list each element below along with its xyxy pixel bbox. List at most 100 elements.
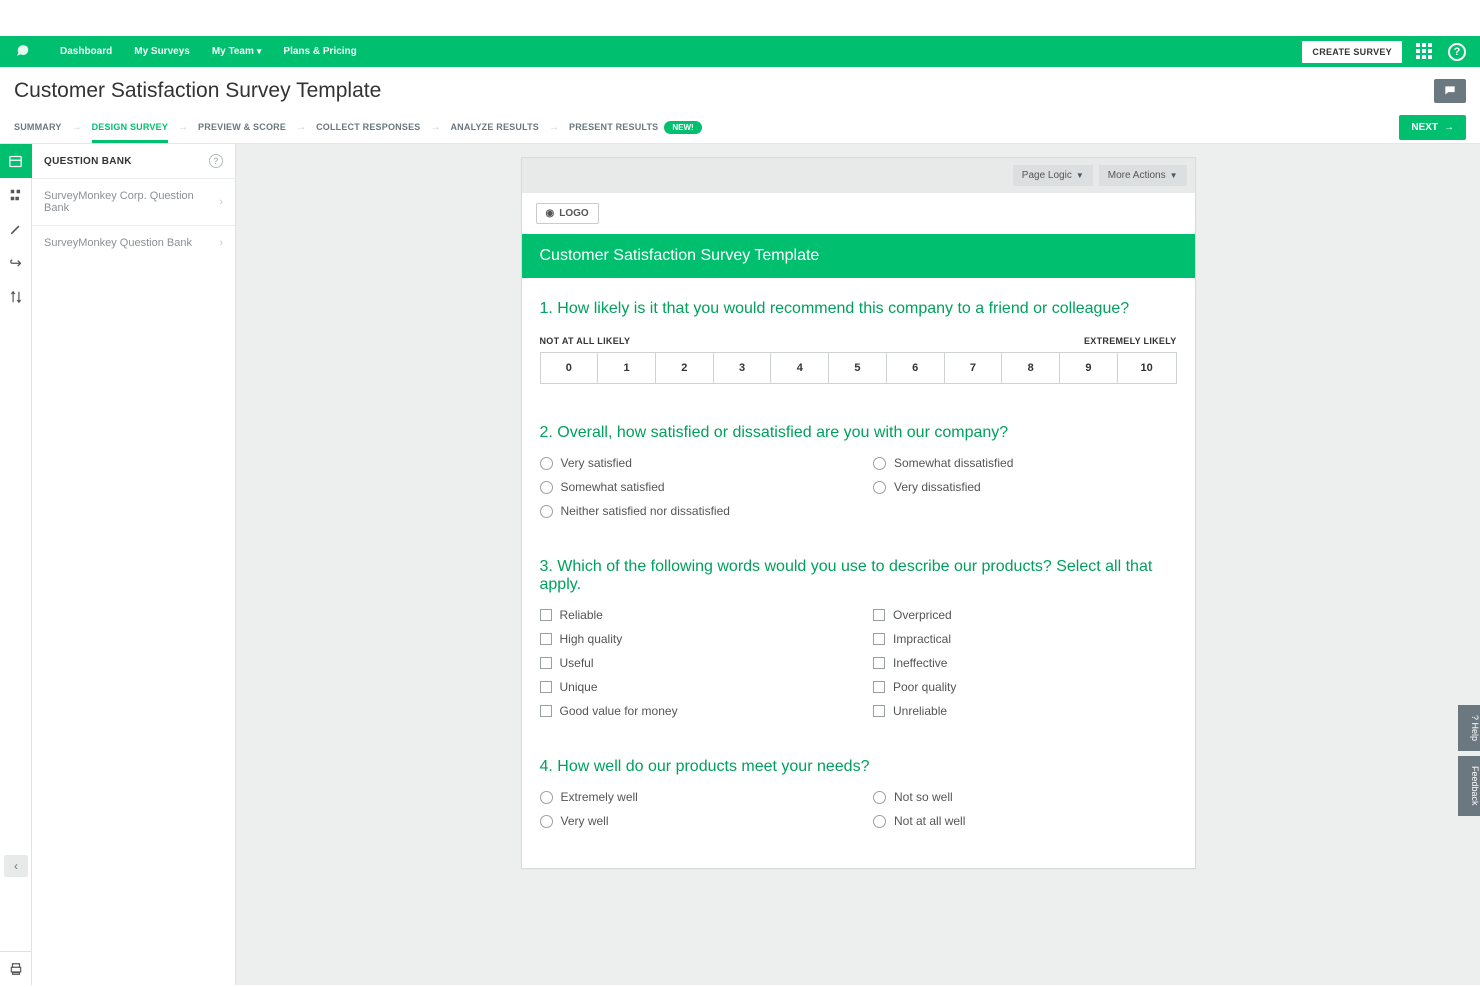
rail-logic-icon[interactable]: ↪ bbox=[0, 246, 32, 280]
radio-option[interactable]: Somewhat satisfied bbox=[540, 480, 844, 494]
nps-cell[interactable]: 9 bbox=[1060, 353, 1118, 383]
nav-my-team[interactable]: My Team▾ bbox=[212, 46, 262, 57]
arrow-icon: → bbox=[296, 122, 306, 133]
radio-option[interactable]: Very dissatisfied bbox=[873, 480, 1177, 494]
radio-option[interactable]: Somewhat dissatisfied bbox=[873, 456, 1177, 470]
page-title-row: Customer Satisfaction Survey Template bbox=[0, 67, 1480, 111]
rail-options-icon[interactable] bbox=[0, 280, 32, 314]
radio-icon bbox=[873, 815, 886, 828]
add-logo-button[interactable]: ◉ LOGO bbox=[536, 203, 599, 224]
nps-cell[interactable]: 2 bbox=[656, 353, 714, 383]
question-text: How likely is it that you would recommen… bbox=[557, 300, 1129, 317]
page-logic-button[interactable]: Page Logic▼ bbox=[1013, 165, 1093, 186]
radio-option[interactable]: Very satisfied bbox=[540, 456, 844, 470]
checkbox-option[interactable]: Poor quality bbox=[873, 680, 1177, 694]
question-text: Which of the following words would you u… bbox=[540, 558, 1153, 593]
panel-heading: QUESTION BANK bbox=[44, 156, 132, 167]
page-title: Customer Satisfaction Survey Template bbox=[14, 79, 381, 103]
question-text: How well do our products meet your needs… bbox=[557, 758, 869, 775]
survey-canvas: Page Logic▼ More Actions▼ ◉ LOGO Custome… bbox=[236, 144, 1480, 985]
question-1: 1. How likely is it that you would recom… bbox=[540, 300, 1177, 384]
survey-title-bar[interactable]: Customer Satisfaction Survey Template bbox=[522, 234, 1195, 278]
nps-cell[interactable]: 1 bbox=[598, 353, 656, 383]
checkbox-option[interactable]: Reliable bbox=[540, 608, 844, 622]
checkbox-option[interactable]: Unique bbox=[540, 680, 844, 694]
question-number: 1. bbox=[540, 300, 553, 317]
checkbox-option[interactable]: Impractical bbox=[873, 632, 1177, 646]
radio-icon bbox=[873, 791, 886, 804]
workspace: ↪ QUESTION BANK ? SurveyMonkey Corp. Que… bbox=[0, 144, 1480, 985]
step-summary[interactable]: SUMMARY bbox=[14, 112, 62, 142]
arrow-right-icon: → bbox=[1444, 122, 1454, 133]
apps-grid-icon[interactable] bbox=[1416, 43, 1434, 61]
workflow-steps: SUMMARY → DESIGN SURVEY → PREVIEW & SCOR… bbox=[0, 111, 1480, 144]
nps-cell[interactable]: 0 bbox=[541, 353, 599, 383]
nps-cell[interactable]: 8 bbox=[1002, 353, 1060, 383]
comments-button[interactable] bbox=[1434, 79, 1466, 103]
nps-cell[interactable]: 6 bbox=[887, 353, 945, 383]
question-4: 4. How well do our products meet your ne… bbox=[540, 758, 1177, 828]
question-number: 2. bbox=[540, 424, 553, 441]
step-design-survey[interactable]: DESIGN SURVEY bbox=[92, 112, 168, 143]
step-analyze-results[interactable]: ANALYZE RESULTS bbox=[450, 112, 539, 142]
nps-scale: 0 1 2 3 4 5 6 7 8 9 10 bbox=[540, 352, 1177, 384]
checkbox-option[interactable]: Overpriced bbox=[873, 608, 1177, 622]
rail-appearance-icon[interactable] bbox=[0, 212, 32, 246]
nps-cell[interactable]: 3 bbox=[714, 353, 772, 383]
nps-cell[interactable]: 10 bbox=[1118, 353, 1176, 383]
top-navbar: Dashboard My Surveys My Team▾ Plans & Pr… bbox=[0, 36, 1480, 67]
checkbox-icon bbox=[540, 705, 552, 717]
nps-cell[interactable]: 4 bbox=[771, 353, 829, 383]
radio-option[interactable]: Neither satisfied nor dissatisfied bbox=[540, 504, 844, 518]
rail-builder-icon[interactable] bbox=[0, 178, 32, 212]
checkbox-option[interactable]: Good value for money bbox=[540, 704, 844, 718]
bank-item-label: SurveyMonkey Question Bank bbox=[44, 237, 192, 249]
nav-plans-pricing[interactable]: Plans & Pricing bbox=[283, 46, 356, 57]
feedback-tab[interactable]: Feedback bbox=[1458, 756, 1480, 816]
page-toolbar: Page Logic▼ More Actions▼ bbox=[522, 158, 1195, 193]
question-number: 4. bbox=[540, 758, 553, 775]
radio-option[interactable]: Not so well bbox=[873, 790, 1177, 804]
help-tab[interactable]: ? Help bbox=[1458, 705, 1480, 751]
checkbox-option[interactable]: High quality bbox=[540, 632, 844, 646]
rail-question-bank-icon[interactable] bbox=[0, 144, 32, 178]
question-text: Overall, how satisfied or dissatisfied a… bbox=[557, 424, 1008, 441]
checkbox-option[interactable]: Unreliable bbox=[873, 704, 1177, 718]
radio-icon bbox=[873, 481, 886, 494]
nps-cell[interactable]: 7 bbox=[945, 353, 1003, 383]
collapse-sidebar-button[interactable]: ‹ bbox=[4, 855, 28, 877]
nav-dashboard[interactable]: Dashboard bbox=[60, 46, 112, 57]
radio-option[interactable]: Not at all well bbox=[873, 814, 1177, 828]
chevron-down-icon: ▼ bbox=[1076, 171, 1084, 180]
arrow-icon: → bbox=[72, 122, 82, 133]
checkbox-option[interactable]: Ineffective bbox=[873, 656, 1177, 670]
help-icon[interactable]: ? bbox=[1448, 43, 1466, 61]
more-actions-button[interactable]: More Actions▼ bbox=[1099, 165, 1187, 186]
radio-icon bbox=[540, 815, 553, 828]
checkbox-icon bbox=[873, 657, 885, 669]
brand-logo[interactable] bbox=[14, 43, 32, 61]
next-button[interactable]: NEXT→ bbox=[1399, 115, 1466, 140]
info-icon[interactable]: ? bbox=[209, 154, 223, 168]
nps-cell[interactable]: 5 bbox=[829, 353, 887, 383]
checkbox-icon bbox=[540, 609, 552, 621]
step-present-results[interactable]: PRESENT RESULTS bbox=[569, 112, 658, 142]
nav-my-surveys[interactable]: My Surveys bbox=[134, 46, 190, 57]
rail-print-icon[interactable] bbox=[0, 951, 32, 985]
checkbox-icon bbox=[873, 705, 885, 717]
bank-item-corp[interactable]: SurveyMonkey Corp. Question Bank › bbox=[32, 178, 235, 225]
question-3: 3. Which of the following words would yo… bbox=[540, 558, 1177, 718]
radio-option[interactable]: Very well bbox=[540, 814, 844, 828]
chevron-right-icon: › bbox=[219, 196, 223, 208]
radio-icon bbox=[540, 481, 553, 494]
survey-card: Page Logic▼ More Actions▼ ◉ LOGO Custome… bbox=[521, 157, 1196, 869]
checkbox-icon bbox=[540, 633, 552, 645]
create-survey-button[interactable]: CREATE SURVEY bbox=[1302, 41, 1402, 63]
top-nav-links: Dashboard My Surveys My Team▾ Plans & Pr… bbox=[60, 46, 357, 57]
radio-option[interactable]: Extremely well bbox=[540, 790, 844, 804]
checkbox-option[interactable]: Useful bbox=[540, 656, 844, 670]
bank-item-default[interactable]: SurveyMonkey Question Bank › bbox=[32, 225, 235, 260]
checkbox-icon bbox=[873, 633, 885, 645]
step-preview-score[interactable]: PREVIEW & SCORE bbox=[198, 112, 286, 142]
step-collect-responses[interactable]: COLLECT RESPONSES bbox=[316, 112, 420, 142]
